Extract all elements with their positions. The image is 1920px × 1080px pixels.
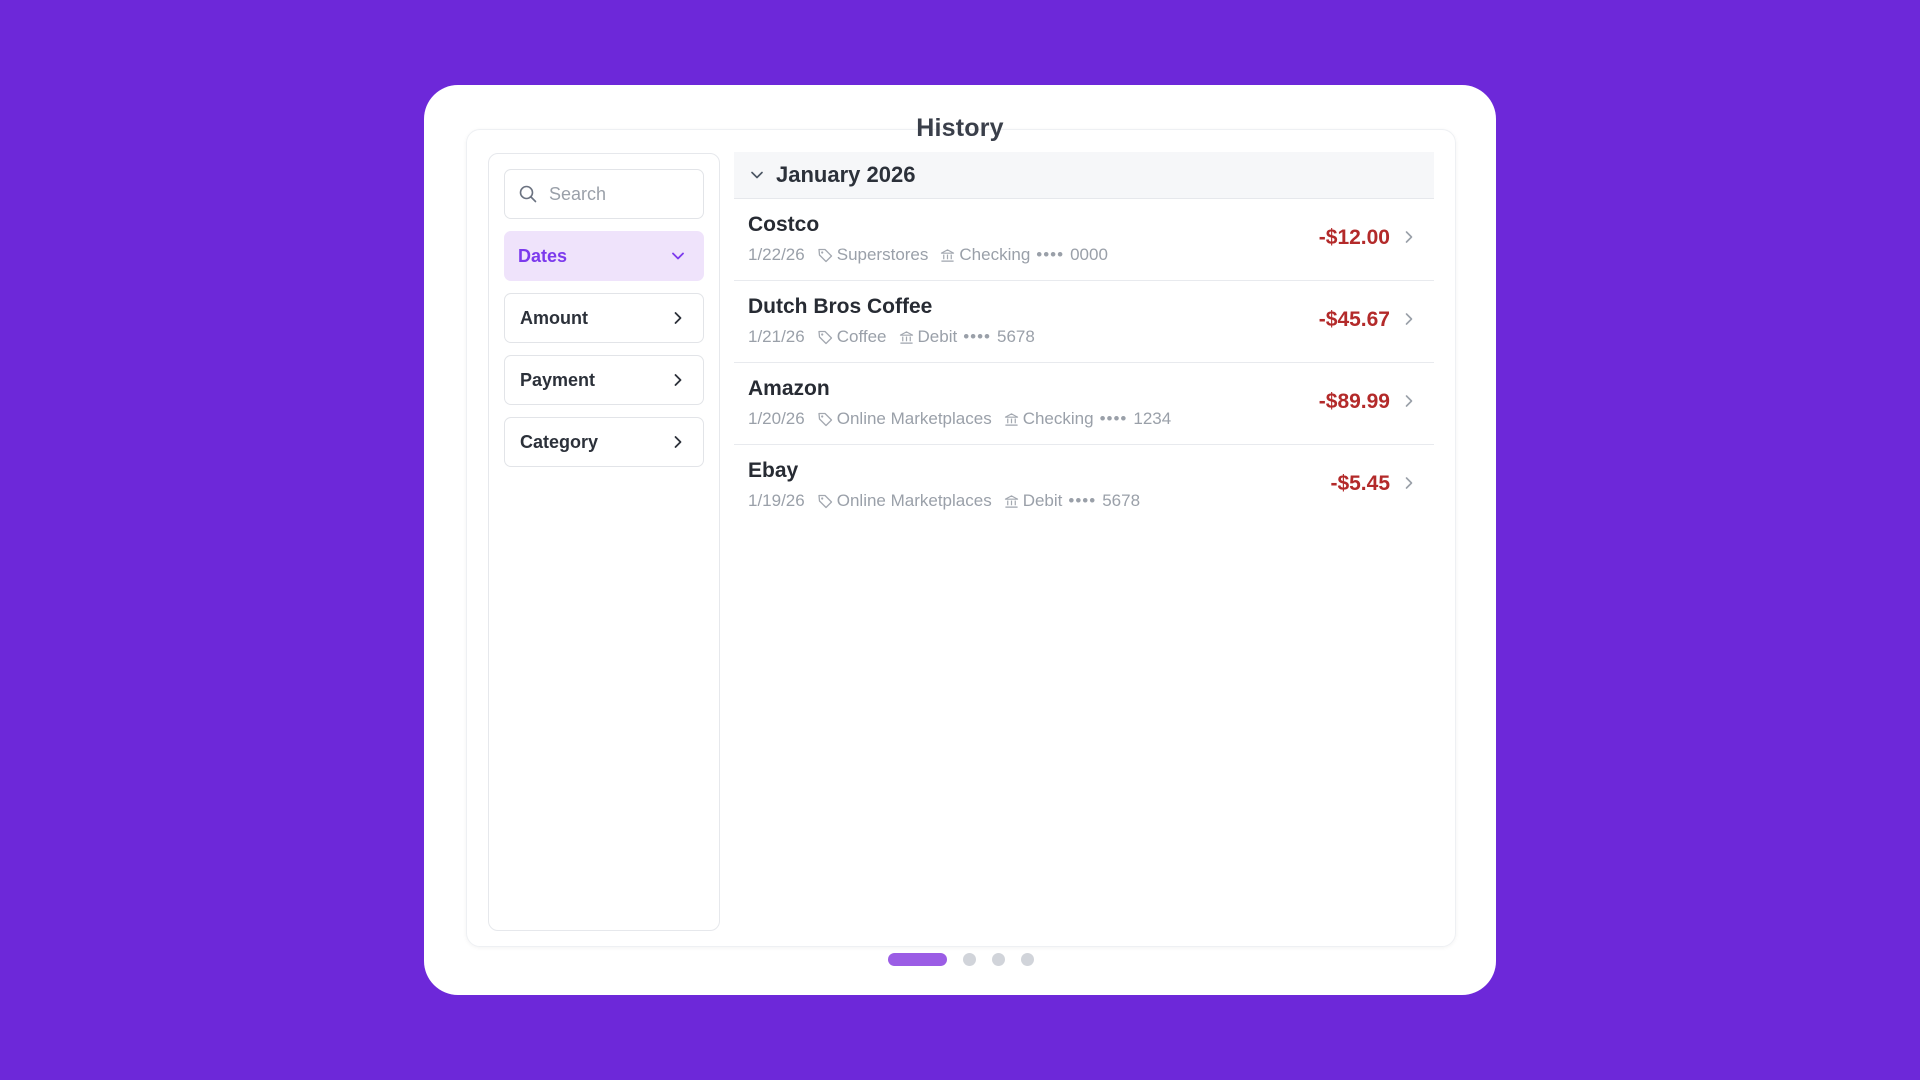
month-label: January 2026	[776, 162, 916, 187]
bank-icon	[1004, 412, 1019, 427]
page-title: History	[916, 114, 1004, 142]
transaction-amount: -$5.45	[1330, 472, 1390, 495]
account-last4: 5678	[1102, 491, 1141, 510]
page-indicator	[888, 953, 1050, 966]
filter-sidebar: Dates Amount Payment Category	[488, 153, 720, 931]
chevron-down-icon	[751, 171, 763, 179]
transaction-meta: 1/19/26 Online Marketplaces Debit •••• 5…	[748, 491, 1140, 511]
merchant-name: Dutch Bros Coffee	[748, 295, 933, 318]
transaction-category: Online Marketplaces	[836, 409, 992, 428]
bank-icon	[899, 330, 914, 345]
transaction-category: Online Marketplaces	[836, 491, 992, 510]
account-last4: 0000	[1070, 245, 1108, 264]
filter-label: Payment	[520, 369, 596, 390]
page-dot[interactable]	[992, 953, 1005, 966]
account-name: Debit	[917, 327, 958, 346]
account-mask: ••••	[963, 327, 992, 346]
month-group-header[interactable]: January 2026	[734, 152, 1434, 199]
merchant-name: Amazon	[748, 377, 830, 400]
bank-icon	[940, 248, 955, 263]
search-icon	[519, 185, 537, 203]
transaction-meta: 1/20/26 Online Marketplaces Checking •••…	[748, 409, 1171, 429]
transaction-meta: 1/22/26 Superstores Checking •••• 0000	[748, 245, 1108, 265]
tag-icon	[817, 329, 833, 345]
transaction-amount: -$12.00	[1318, 226, 1390, 249]
transaction-row[interactable]: Ebay 1/19/26 Online Marketplaces Debit •…	[734, 445, 1434, 526]
transaction-date: 1/19/26	[748, 491, 805, 510]
transaction-date: 1/21/26	[748, 327, 805, 346]
page-dot[interactable]	[963, 953, 976, 966]
tag-icon	[817, 247, 833, 263]
filter-dates[interactable]: Dates	[504, 231, 704, 281]
device-frame: History Dates Amount Payment	[424, 85, 1496, 995]
account-mask: ••••	[1068, 491, 1097, 510]
chevron-right-icon	[674, 374, 682, 386]
transaction-date: 1/22/26	[748, 245, 805, 264]
account-mask: ••••	[1036, 245, 1065, 264]
transaction-date: 1/20/26	[748, 409, 805, 428]
chevron-down-icon	[672, 252, 684, 260]
tag-icon	[817, 411, 833, 427]
filter-label: Category	[520, 431, 599, 452]
account-mask: ••••	[1099, 409, 1128, 428]
page-dot-active[interactable]	[888, 953, 947, 966]
tag-icon	[817, 493, 833, 509]
account-last4: 5678	[997, 327, 1035, 346]
transaction-amount: -$89.99	[1318, 390, 1390, 413]
search-input[interactable]	[547, 182, 701, 206]
account-name: Checking	[959, 245, 1031, 264]
chevron-right-icon	[674, 312, 682, 324]
filter-payment[interactable]: Payment	[504, 355, 704, 405]
bank-icon	[1004, 494, 1019, 509]
transaction-category: Superstores	[836, 245, 929, 264]
merchant-name: Ebay	[748, 459, 799, 482]
chevron-right-icon	[1405, 313, 1413, 325]
account-name: Checking	[1022, 409, 1094, 428]
transaction-list: January 2026 Costco 1/22/26 Superstores …	[734, 152, 1434, 526]
transaction-row[interactable]: Costco 1/22/26 Superstores Checking ••••…	[734, 199, 1434, 281]
account-name: Debit	[1022, 491, 1063, 510]
filter-amount[interactable]: Amount	[504, 293, 704, 343]
filter-label: Amount	[520, 307, 588, 328]
transaction-row[interactable]: Amazon 1/20/26 Online Marketplaces Check…	[734, 363, 1434, 445]
chevron-right-icon	[1405, 231, 1413, 243]
filter-category[interactable]: Category	[504, 417, 704, 467]
chevron-right-icon	[674, 436, 682, 448]
transaction-category: Coffee	[836, 327, 887, 346]
account-last4: 1234	[1133, 409, 1172, 428]
merchant-name: Costco	[748, 213, 820, 236]
search-box[interactable]	[504, 169, 704, 219]
transaction-row[interactable]: Dutch Bros Coffee 1/21/26 Coffee Debit •…	[734, 281, 1434, 363]
page-dot[interactable]	[1021, 953, 1034, 966]
transaction-amount: -$45.67	[1318, 308, 1390, 331]
chevron-right-icon	[1405, 395, 1413, 407]
filter-label: Dates	[518, 245, 568, 266]
chevron-right-icon	[1405, 477, 1413, 489]
transaction-meta: 1/21/26 Coffee Debit •••• 5678	[748, 327, 1035, 347]
